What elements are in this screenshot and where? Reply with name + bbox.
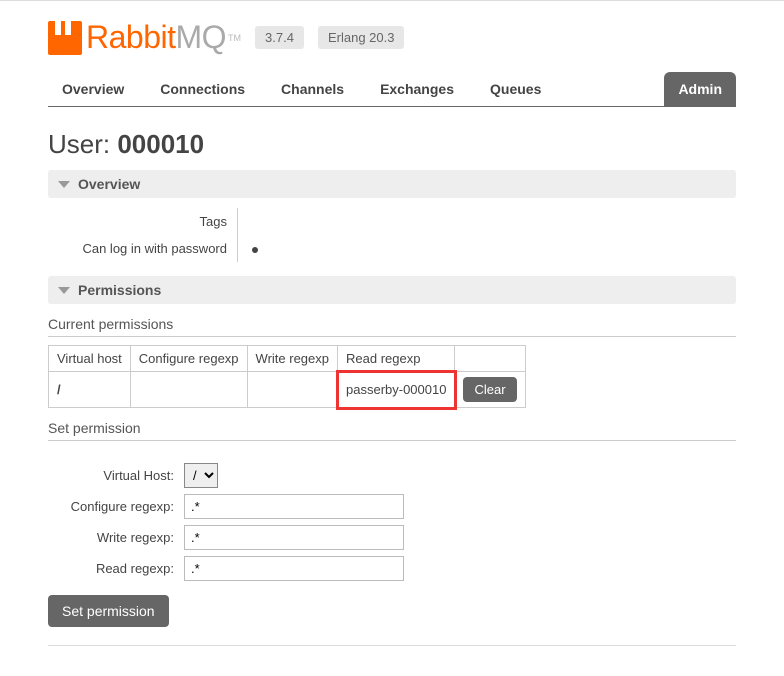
tab-connections[interactable]: Connections [146, 72, 259, 106]
overview-label-tags: Tags [48, 208, 238, 235]
overview-label-login: Can log in with password [48, 235, 238, 262]
clear-button[interactable]: Clear [463, 377, 516, 402]
cell-read: passerby-000010 [338, 372, 455, 408]
label-write: Write regexp: [48, 530, 184, 545]
overview-row-login: Can log in with password [48, 235, 736, 262]
col-vhost: Virtual host [49, 346, 131, 372]
overview-row-tags: Tags [48, 208, 736, 235]
tab-overview[interactable]: Overview [48, 72, 138, 106]
overview-table: Tags Can log in with password [48, 208, 736, 262]
col-configure: Configure regexp [130, 346, 247, 372]
divider [48, 645, 736, 646]
overview-value-login [238, 235, 258, 262]
erlang-pill: Erlang 20.3 [318, 26, 405, 49]
cell-configure [130, 372, 247, 408]
input-read[interactable] [184, 556, 404, 581]
set-permission-heading: Set permission [48, 420, 736, 441]
dot-icon [252, 247, 258, 253]
tab-queues[interactable]: Queues [476, 72, 555, 106]
nav-tabs: Overview Connections Channels Exchanges … [48, 72, 736, 107]
permissions-table: Virtual host Configure regexp Write rege… [48, 345, 526, 408]
section-overview-toggle[interactable]: Overview [48, 170, 736, 198]
set-permission-button[interactable]: Set permission [48, 595, 169, 627]
col-action [455, 346, 525, 372]
section-permissions-title: Permissions [78, 282, 161, 298]
tab-exchanges[interactable]: Exchanges [366, 72, 468, 106]
section-permissions-toggle[interactable]: Permissions [48, 276, 736, 304]
label-configure: Configure regexp: [48, 499, 184, 514]
chevron-down-icon [58, 287, 70, 294]
page-title-username: 000010 [117, 129, 204, 159]
logo-tm: TM [228, 33, 241, 43]
overview-value-tags [238, 216, 252, 228]
chevron-down-icon [58, 181, 70, 188]
tab-admin[interactable]: Admin [664, 72, 736, 106]
input-write[interactable] [184, 525, 404, 550]
page-title: User: 000010 [48, 129, 736, 160]
current-permissions-heading: Current permissions [48, 316, 736, 337]
form-row-write: Write regexp: [48, 525, 736, 550]
form-row-read: Read regexp: [48, 556, 736, 581]
permissions-row: / passerby-000010 Clear [49, 372, 526, 408]
page-title-prefix: User: [48, 129, 117, 159]
logo-text-mq: MQ [176, 19, 227, 56]
form-row-configure: Configure regexp: [48, 494, 736, 519]
cell-write [247, 372, 337, 408]
select-vhost[interactable]: / [184, 463, 218, 488]
label-read: Read regexp: [48, 561, 184, 576]
logo-text-rabbit: Rabbit [86, 19, 176, 56]
input-configure[interactable] [184, 494, 404, 519]
permissions-header-row: Virtual host Configure regexp Write rege… [49, 346, 526, 372]
label-vhost: Virtual Host: [48, 468, 184, 483]
form-row-vhost: Virtual Host: / [48, 463, 736, 488]
rabbitmq-logo-icon [48, 21, 82, 55]
cell-vhost: / [49, 372, 131, 408]
version-pill: 3.7.4 [255, 26, 304, 49]
logo: RabbitMQTM [48, 19, 241, 56]
section-overview-title: Overview [78, 176, 140, 192]
tab-channels[interactable]: Channels [267, 72, 358, 106]
header: RabbitMQTM 3.7.4 Erlang 20.3 [48, 19, 736, 56]
col-write: Write regexp [247, 346, 337, 372]
cell-action: Clear [455, 372, 525, 408]
col-read: Read regexp [338, 346, 455, 372]
